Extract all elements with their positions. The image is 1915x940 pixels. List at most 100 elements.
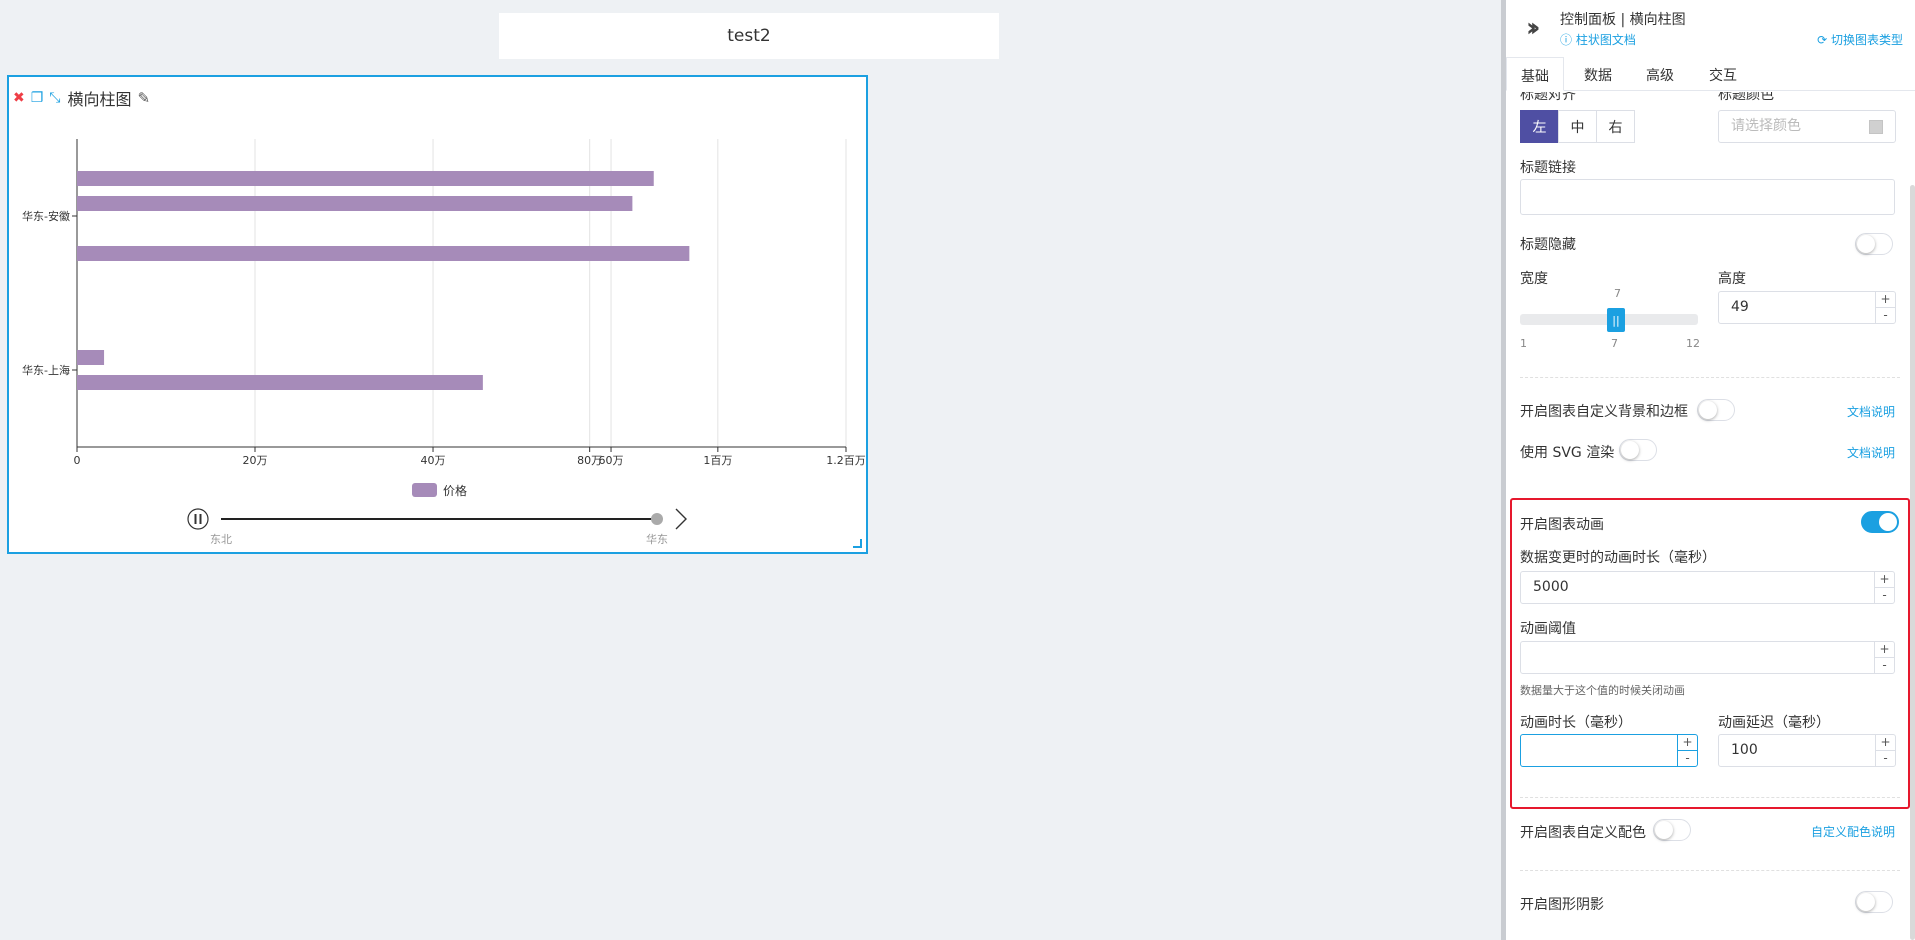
custom-bg-doc-link[interactable]: 文档说明 xyxy=(1847,403,1895,420)
toggle-knob xyxy=(1621,441,1639,459)
anim-duration-input[interactable]: + - xyxy=(1520,734,1698,767)
width-label: 宽度 xyxy=(1520,271,1548,287)
refresh-icon: ⟳ xyxy=(1817,33,1831,47)
tab-data[interactable]: 数据 xyxy=(1584,57,1612,91)
title-hide-toggle[interactable] xyxy=(1855,233,1893,255)
anim-threshold-increment-button[interactable]: + xyxy=(1875,642,1894,658)
bar xyxy=(77,246,690,261)
animation-toggle[interactable] xyxy=(1861,511,1899,533)
anim-update-label: 数据变更时的动画时长（毫秒） xyxy=(1520,550,1716,566)
anim-threshold-stepper: + - xyxy=(1874,642,1894,673)
shadow-label: 开启图形阴影 xyxy=(1520,897,1604,913)
anim-update-value: 5000 xyxy=(1533,579,1569,595)
y-tick-label: 华东-安徽 xyxy=(22,209,70,223)
switch-chart-type-link[interactable]: ⟳ 切换图表类型 xyxy=(1817,31,1903,48)
control-panel: ›› 控制面板 | 横向柱图 ⓘ 柱状图文档 ⟳ 切换图表类型 基础 数据 高级… xyxy=(1506,0,1915,940)
height-increment-button[interactable]: + xyxy=(1876,292,1895,308)
page-title[interactable]: test2 xyxy=(499,13,999,59)
anim-update-decrement-button[interactable]: - xyxy=(1875,588,1894,604)
tab-interaction[interactable]: 交互 xyxy=(1709,57,1737,91)
divider xyxy=(1520,377,1900,378)
anim-threshold-decrement-button[interactable]: - xyxy=(1875,658,1894,674)
title-color-label: 标题颜色 xyxy=(1718,92,1774,101)
anim-duration-decrement-button[interactable]: - xyxy=(1678,751,1697,767)
custom-color-toggle[interactable] xyxy=(1653,819,1691,841)
x-tick-label: 0 xyxy=(74,454,81,467)
title-link-input[interactable] xyxy=(1520,179,1895,215)
color-swatch xyxy=(1869,120,1883,134)
timeline-label: 华东 xyxy=(646,532,668,546)
pause-icon-bar xyxy=(199,514,202,524)
svg-render-toggle[interactable] xyxy=(1619,439,1657,461)
align-right-button[interactable]: 右 xyxy=(1596,110,1635,143)
legend-swatch xyxy=(412,483,437,497)
custom-bg-label: 开启图表自定义背景和边框 xyxy=(1520,404,1688,420)
title-color-placeholder: 请选择颜色 xyxy=(1731,118,1801,134)
anim-threshold-hint: 数据量大于这个值的时候关闭动画 xyxy=(1520,684,1685,697)
height-input[interactable]: 49 + - xyxy=(1718,291,1896,324)
bar xyxy=(77,196,633,211)
chart-doc-link-text: 柱状图文档 xyxy=(1575,33,1636,47)
panel-title: 控制面板 | 横向柱图 xyxy=(1560,12,1686,28)
title-align-label: 标题对齐 xyxy=(1520,92,1576,101)
title-color-picker[interactable]: 请选择颜色 xyxy=(1718,110,1896,143)
custom-color-doc-link[interactable]: 自定义配色说明 xyxy=(1811,823,1895,840)
anim-duration-label: 动画时长（毫秒） xyxy=(1520,715,1632,731)
tab-basic[interactable]: 基础 xyxy=(1506,57,1564,91)
svg-render-label: 使用 SVG 渲染 xyxy=(1520,445,1615,461)
svg-doc-link[interactable]: 文档说明 xyxy=(1847,444,1895,461)
anim-delay-increment-button[interactable]: + xyxy=(1876,735,1895,751)
anim-threshold-input[interactable]: + - xyxy=(1520,641,1895,674)
anim-duration-increment-button[interactable]: + xyxy=(1678,735,1697,751)
timeline-handle xyxy=(651,513,663,525)
bar xyxy=(77,171,654,186)
slider-max-label: 12 xyxy=(1686,337,1700,350)
panel-scrollbar[interactable] xyxy=(1910,185,1915,940)
x-tick-label: 60万 xyxy=(599,454,624,467)
title-align-group: 左 中 右 xyxy=(1520,110,1635,143)
title-hide-label: 标题隐藏 xyxy=(1520,237,1576,253)
height-decrement-button[interactable]: - xyxy=(1876,308,1895,324)
divider xyxy=(1520,870,1900,871)
align-center-button[interactable]: 中 xyxy=(1558,110,1597,143)
height-input-value: 49 xyxy=(1731,299,1749,315)
align-left-button[interactable]: 左 xyxy=(1520,110,1559,143)
collapse-icon[interactable]: ›› xyxy=(1526,13,1541,43)
bar xyxy=(77,375,483,390)
anim-update-stepper: + - xyxy=(1874,572,1894,603)
anim-delay-decrement-button[interactable]: - xyxy=(1876,751,1895,767)
height-stepper: + - xyxy=(1875,292,1895,323)
switch-chart-type-text: 切换图表类型 xyxy=(1830,33,1903,47)
bar-chart: 0 20万 40万 80万60万 1百万 1.2百万华东-上海华东-安徽价格东北 华东 xyxy=(22,139,866,546)
legend-label: 价格 xyxy=(443,483,467,498)
toggle-knob xyxy=(1857,893,1875,911)
height-label: 高度 xyxy=(1718,271,1746,287)
anim-delay-input[interactable]: 100 + - xyxy=(1718,734,1896,767)
width-slider-thumb[interactable]: || xyxy=(1607,308,1625,332)
toggle-knob xyxy=(1879,513,1897,531)
help-icon: ⓘ xyxy=(1560,33,1576,47)
shadow-toggle[interactable] xyxy=(1855,891,1893,913)
panel-header: ›› 控制面板 | 横向柱图 ⓘ 柱状图文档 ⟳ 切换图表类型 xyxy=(1506,0,1915,55)
anim-threshold-label: 动画阈值 xyxy=(1520,621,1576,637)
timeline-label: 东北 xyxy=(210,533,232,546)
anim-delay-value: 100 xyxy=(1731,742,1758,758)
toggle-knob xyxy=(1857,235,1875,253)
tab-advanced[interactable]: 高级 xyxy=(1646,57,1674,91)
title-link-label: 标题链接 xyxy=(1520,160,1576,176)
chart-card[interactable]: ✖ ❐ ⤡ 横向柱图 ✎ 0 20万 40万 80万 60万 1百万 1.2百万 华东-上海华… xyxy=(7,75,868,554)
panel-tabs: 基础 数据 高级 交互 xyxy=(1506,57,1915,91)
resize-handle[interactable] xyxy=(853,539,862,548)
x-tick-label: 40万 xyxy=(421,454,446,467)
anim-update-input[interactable]: 5000 + - xyxy=(1520,571,1895,604)
toggle-knob xyxy=(1655,821,1673,839)
slider-value-tip: 7 xyxy=(1614,287,1621,300)
anim-duration-stepper: + - xyxy=(1677,735,1697,766)
bar xyxy=(77,350,105,365)
custom-color-label: 开启图表自定义配色 xyxy=(1520,825,1646,841)
anim-update-increment-button[interactable]: + xyxy=(1875,572,1894,588)
chart-doc-link[interactable]: ⓘ 柱状图文档 xyxy=(1560,31,1636,48)
pause-icon-bar xyxy=(194,514,197,524)
anim-delay-stepper: + - xyxy=(1875,735,1895,766)
custom-bg-toggle[interactable] xyxy=(1697,399,1735,421)
